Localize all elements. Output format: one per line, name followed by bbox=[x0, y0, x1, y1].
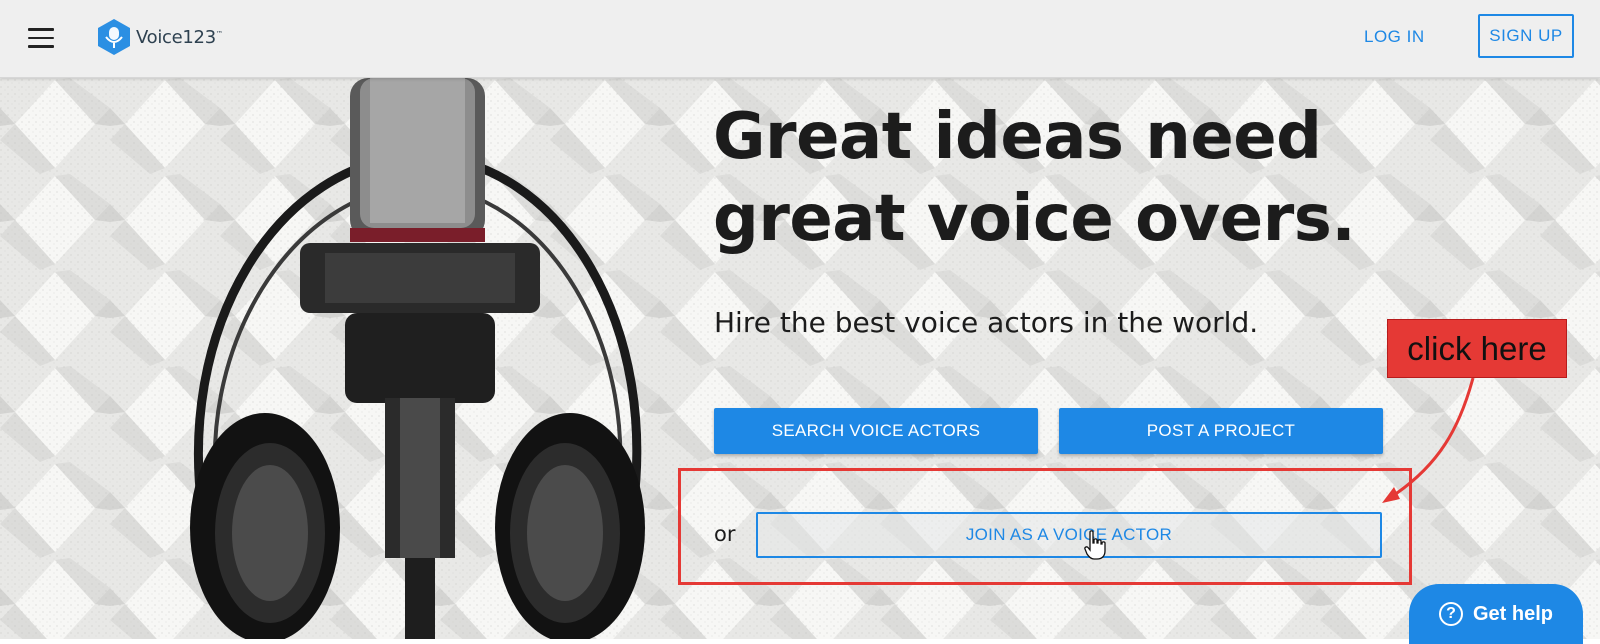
voice123-logo-icon bbox=[98, 19, 130, 55]
get-help-label: Get help bbox=[1472, 602, 1553, 625]
menu-icon[interactable] bbox=[28, 28, 54, 48]
hero-headline: Great ideas need great voice overs. bbox=[713, 100, 1356, 256]
login-link[interactable]: LOG IN bbox=[1364, 27, 1425, 47]
callout-arrow-icon bbox=[1382, 377, 1475, 503]
top-navigation-bar: Voice123™ LOG IN SIGN UP bbox=[0, 0, 1600, 78]
brand-name: Voice123™ bbox=[136, 26, 223, 48]
question-circle-icon: ? bbox=[1438, 602, 1463, 626]
click-here-callout: click here bbox=[1387, 319, 1567, 378]
signup-button[interactable]: SIGN UP bbox=[1478, 14, 1574, 58]
hero-section: Great ideas need great voice overs. Hire… bbox=[0, 78, 1600, 639]
brand-logo[interactable]: Voice123™ bbox=[96, 18, 223, 56]
get-help-button[interactable]: ? Get help bbox=[1409, 584, 1583, 644]
microphone-headphones-image bbox=[190, 78, 645, 639]
post-project-button[interactable]: POST A PROJECT bbox=[1059, 408, 1383, 454]
search-voice-actors-button[interactable]: SEARCH VOICE ACTORS bbox=[714, 408, 1038, 454]
hero-subheadline: Hire the best voice actors in the world. bbox=[714, 306, 1259, 339]
highlight-box bbox=[678, 468, 1412, 585]
